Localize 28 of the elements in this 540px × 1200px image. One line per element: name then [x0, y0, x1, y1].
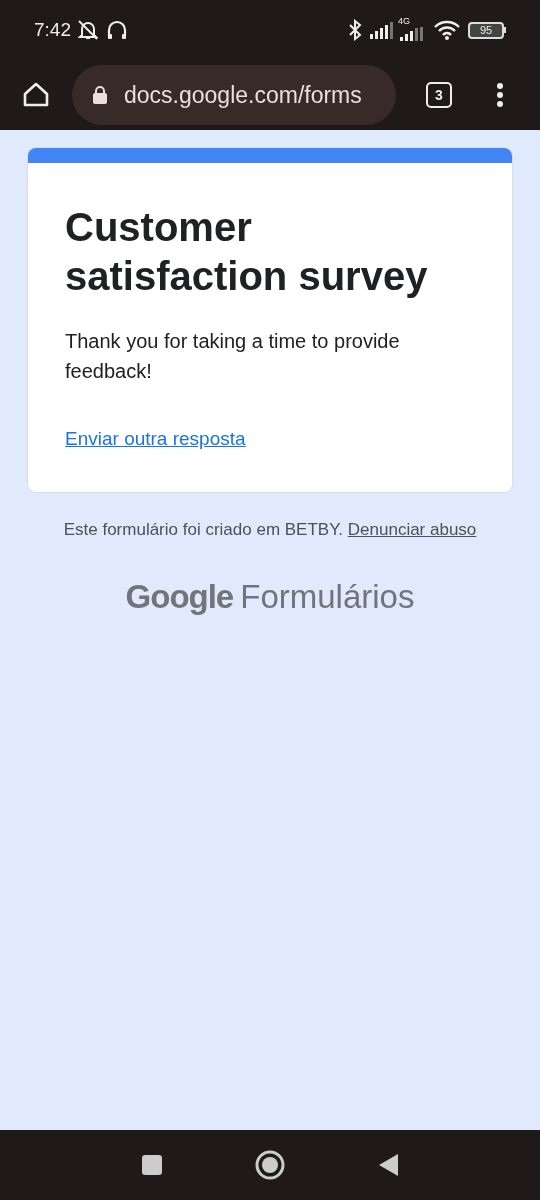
recents-button[interactable]: [141, 1154, 163, 1176]
address-bar[interactable]: docs.google.com/forms: [72, 65, 396, 125]
menu-button[interactable]: [496, 83, 504, 107]
report-abuse-link[interactable]: Denunciar abuso: [347, 519, 477, 539]
home-nav-button[interactable]: [255, 1150, 285, 1180]
more-icon: [496, 83, 504, 107]
form-title: Customer satisfaction survey: [65, 204, 429, 300]
confirmation-message: Thank you for taking a time to provide feedback!: [65, 329, 401, 384]
circle-icon: [255, 1150, 285, 1180]
wifi-icon: [434, 20, 460, 40]
url-text: docs.google.com/forms: [124, 80, 362, 110]
battery-icon: 95: [468, 21, 506, 39]
back-button[interactable]: [377, 1153, 399, 1177]
headphones-icon: [106, 19, 128, 41]
lock-icon: [92, 85, 108, 105]
home-icon: [22, 81, 50, 109]
back-triangle-icon: [377, 1153, 399, 1177]
muted-bell-icon: [76, 19, 100, 41]
network-type: 4G: [398, 15, 410, 28]
footer-note: Este formulário foi criado em BETBY. Denunciar abuso: [63, 518, 477, 541]
forms-logo: Google Formulários: [125, 577, 415, 617]
submit-another-link[interactable]: Enviar outra resposta: [65, 425, 246, 454]
signal-icon: [370, 21, 396, 39]
bluetooth-icon: [348, 19, 362, 41]
signal-icon: [400, 27, 426, 41]
square-icon: [141, 1154, 163, 1176]
tab-count-button[interactable]: 3: [426, 82, 452, 108]
status-time: 7:42: [34, 17, 71, 42]
